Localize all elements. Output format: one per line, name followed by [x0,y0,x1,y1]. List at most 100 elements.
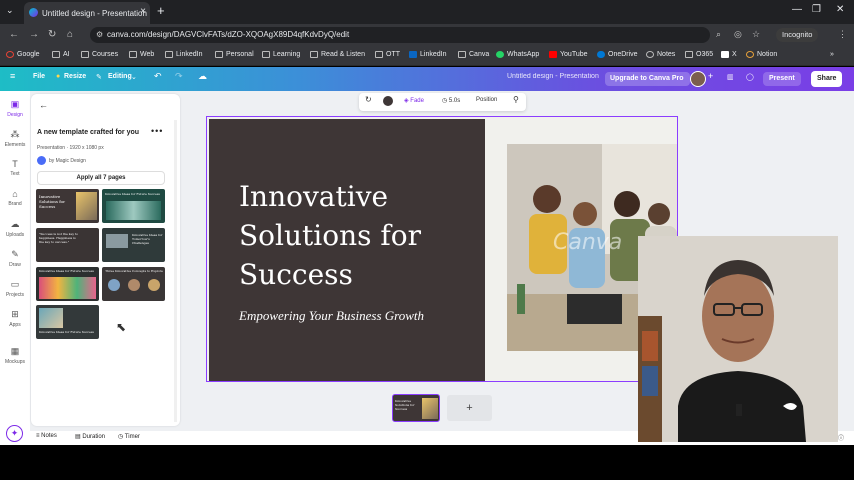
bookmark-whatsapp[interactable]: WhatsApp [496,51,539,58]
reload-icon[interactable]: ↻ [48,29,56,40]
back-arrow-icon[interactable]: ← [39,100,48,110]
rail-item-draw[interactable]: ✎ Draw [0,249,30,268]
redo-icon[interactable]: ↷ [175,71,183,82]
rail-item-projects[interactable]: ▭ Projects [0,279,30,298]
color-swatch[interactable] [383,96,393,106]
browser-menu-icon[interactable]: ⋮ [838,29,847,40]
cloud-save-icon[interactable]: ☁ [198,71,207,82]
slide-headline[interactable]: Innovative Solutions for Success [239,177,469,294]
notes-label: Notes [41,433,57,439]
duration-bottom-button[interactable]: ▤ Duration [75,433,105,440]
bookmark-youtube[interactable]: YouTube [549,51,588,58]
bookmark-linkedin-folder[interactable]: LinkedIn [165,51,202,58]
rail-item-text[interactable]: T Text [0,159,30,177]
folder-icon [262,51,270,58]
more-options-icon[interactable]: ••• [151,126,163,136]
avatar[interactable] [690,71,706,87]
bookmark-courses[interactable]: Courses [81,51,118,58]
bookmark-canva[interactable]: Canva [458,51,489,58]
editing-mode-dropdown[interactable]: Editing [108,73,132,80]
home-icon[interactable]: ⌂ [67,29,73,40]
bookmark-notion[interactable]: Notion [746,51,777,58]
present-button[interactable]: Present [763,72,801,86]
bookmark-google[interactable]: Google [6,51,40,58]
template-thumbnail[interactable]: Innovative Ideas for Tomorrow's Challeng… [102,228,165,262]
template-thumbnail[interactable]: Innovative Ideas for Future Success [102,189,165,223]
bookmark-ott[interactable]: OTT [375,51,400,58]
help-icon[interactable]: ⓘ [838,433,844,442]
maximize-icon[interactable]: ❐ [812,4,821,15]
resize-button[interactable]: Resize [64,73,86,80]
rail-label: Text [10,171,20,177]
bookmark-o365[interactable]: O365 [685,51,713,58]
bookmark-read-listen[interactable]: Read & Listen [310,51,365,58]
template-panel: ← A new template crafted for you ••• Pre… [31,94,180,426]
bookmark-label: Learning [273,51,301,58]
url-field[interactable]: ⚙ canva.com/design/DAGVClvFATs/dZO-XQOAg… [90,27,710,43]
share-button[interactable]: Share [811,71,843,87]
bookmark-web[interactable]: Web [129,51,154,58]
more-bookmarks-icon[interactable]: » [830,51,834,58]
tab-search-icon[interactable]: ⌄ [6,5,14,16]
rail-item-mockups[interactable]: ▦ Mockups [0,346,30,365]
comment-icon[interactable]: ◯ [746,73,754,81]
new-tab-icon[interactable]: + [157,3,165,18]
timer-button[interactable]: ◷ Timer [118,433,140,440]
analytics-icon[interactable]: ▥ [727,73,734,81]
bookmark-personal[interactable]: Personal [215,51,254,58]
animation-fade-button[interactable]: ◈ Fade [404,97,424,104]
add-collaborator-icon[interactable]: + [708,71,713,81]
bookmark-onedrive[interactable]: OneDrive [597,51,638,58]
chevron-down-icon[interactable]: ⌄ [131,73,137,81]
position-button[interactable]: Position [476,97,497,103]
magic-sparkle-icon[interactable]: ✦ [6,425,23,442]
document-title[interactable]: Untitled design - Presentation [507,73,599,80]
template-thumbnail[interactable]: Innovative Ideas for Future Success [36,267,99,301]
rail-item-design[interactable]: ▣ Design [0,99,30,118]
main-menu-icon[interactable]: ≡ [10,71,15,81]
template-thumbnail[interactable]: Three Innovative Concepts to Explore [102,267,165,301]
notes-button[interactable]: ≡ Notes [36,433,57,439]
site-info-icon[interactable]: ⚙ [96,27,103,43]
bookmark-star-icon[interactable]: ☆ [752,29,760,40]
template-thumbnail[interactable]: Innovative Ideas for Future Success [36,305,99,339]
undo-icon[interactable]: ↶ [154,71,162,82]
back-icon[interactable]: ← [9,29,19,40]
presenter-video-graphic [638,236,838,442]
linkedin-icon [409,51,417,58]
template-thumbnail[interactable]: Innovative Solutions for Success [36,189,99,223]
bookmark-linkedin[interactable]: LinkedIn [409,51,446,58]
forward-icon[interactable]: → [29,29,39,40]
thumbnail-text: Innovative Ideas for Future Success [39,269,94,273]
file-menu[interactable]: File [33,73,45,80]
magic-design-icon [37,156,46,165]
add-page-button[interactable]: + [447,395,492,421]
bookmark-notes[interactable]: Notes [646,51,675,58]
slide-subheadline[interactable]: Empowering Your Business Growth [239,308,424,324]
bookmark-learning[interactable]: Learning [262,51,300,58]
rail-item-apps[interactable]: ⊞ Apps [0,309,30,328]
whatsapp-icon [496,51,504,58]
format-painter-icon[interactable]: ⚲ [513,95,519,104]
close-tab-icon[interactable]: × [140,6,146,17]
panel-scrollbar[interactable] [174,120,177,422]
bookmarks-bar: Google AI Courses Web LinkedIn Personal … [0,46,854,66]
template-thumbnail[interactable]: "Success is not the key to happiness. Ha… [36,228,99,262]
search-icon[interactable]: ⌕ [716,29,721,40]
minimize-icon[interactable]: — [792,4,802,15]
rail-item-elements[interactable]: ⁂ Elements [0,129,30,148]
bookmark-ai[interactable]: AI [52,51,70,58]
replace-icon[interactable]: ↻ [365,95,372,104]
duration-button[interactable]: ◷ 5.0s [442,97,460,104]
eye-off-icon[interactable]: ◎ [734,29,742,40]
rail-item-uploads[interactable]: ☁ Uploads [0,219,30,238]
page-thumbnail[interactable]: Innovative Solutions for Success [392,394,440,422]
slide-canvas[interactable]: Innovative Solutions for Success Empower… [206,116,678,382]
rail-item-brand[interactable]: ⌂ Brand [0,189,30,207]
browser-tab[interactable]: Untitled design - Presentation × [24,2,150,24]
close-window-icon[interactable]: ✕ [836,4,844,15]
incognito-badge[interactable]: Incognito [776,28,819,42]
apply-all-pages-button[interactable]: Apply all 7 pages [37,171,165,185]
upgrade-button[interactable]: Upgrade to Canva Pro [605,72,690,86]
bookmark-x[interactable]: X [721,51,737,58]
